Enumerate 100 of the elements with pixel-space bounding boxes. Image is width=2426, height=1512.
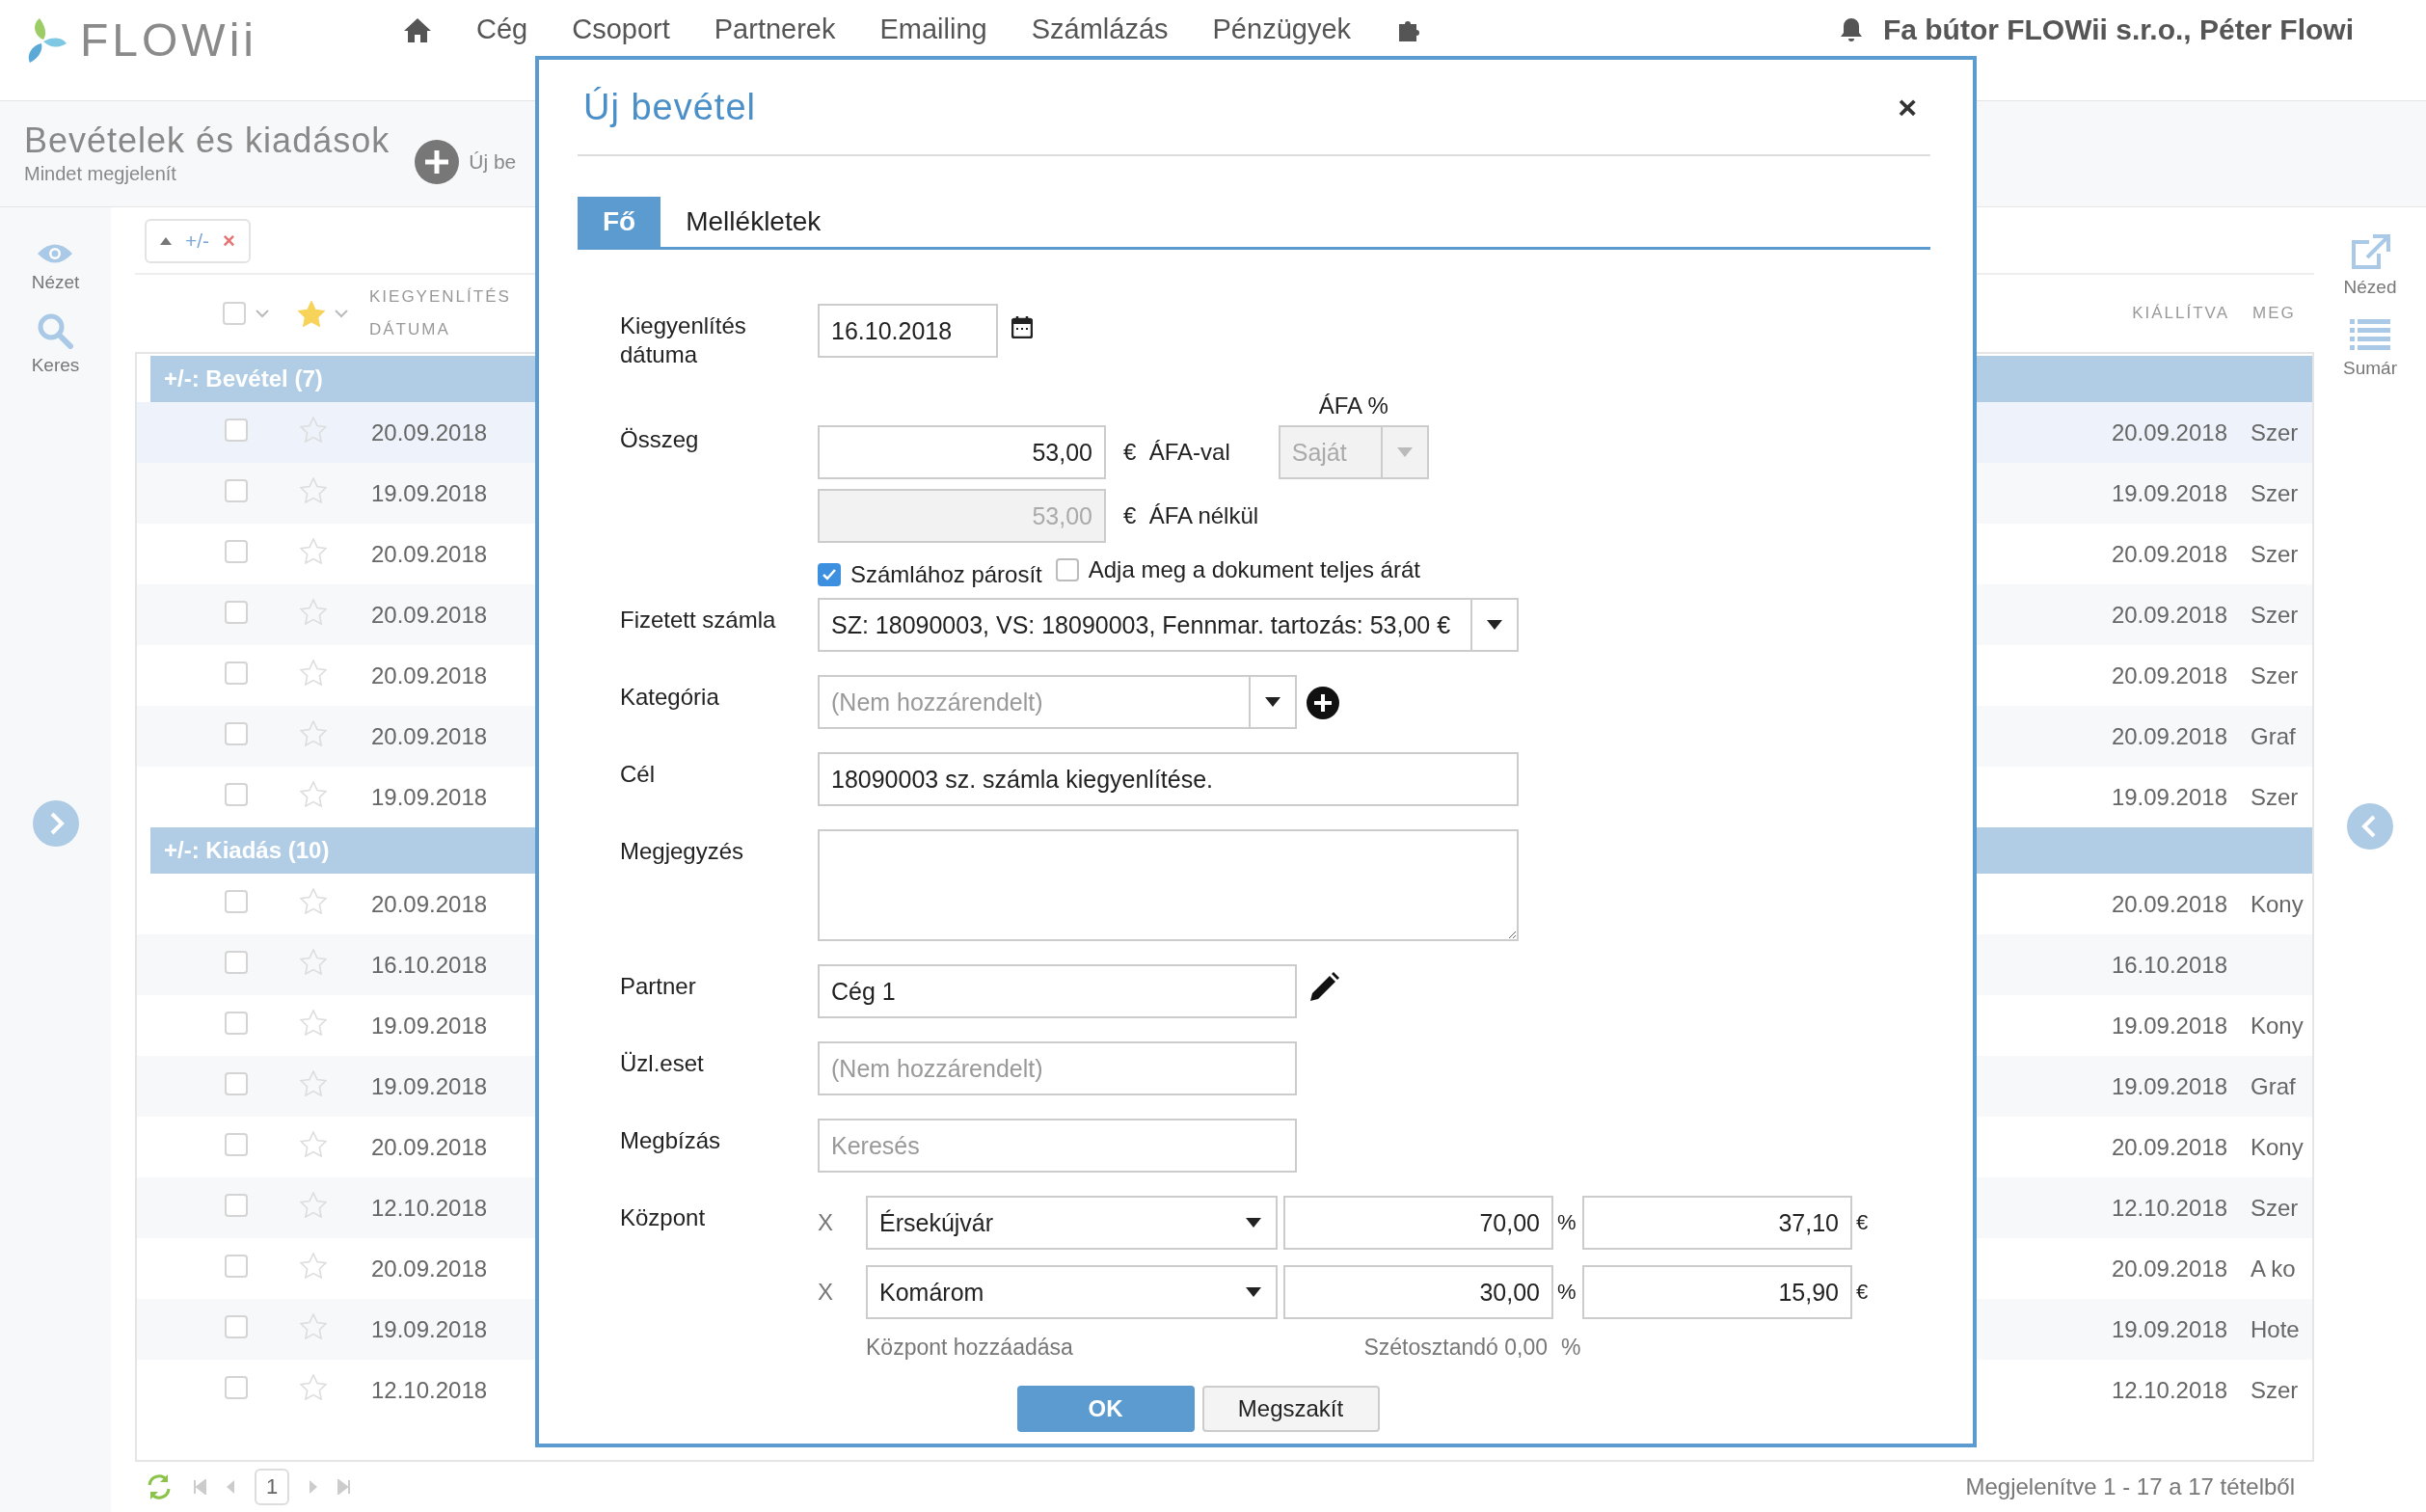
field-label: Cél: [620, 760, 656, 789]
star-icon[interactable]: [300, 720, 327, 746]
note-textarea[interactable]: [818, 829, 1519, 941]
row-checkbox[interactable]: [225, 661, 248, 685]
external-link-icon[interactable]: [2350, 234, 2390, 271]
star-icon[interactable]: [300, 477, 327, 503]
row-checkbox[interactable]: [225, 1071, 248, 1095]
table-cell-text: 20.09.2018: [2110, 722, 2227, 750]
sort-up-icon[interactable]: [160, 237, 172, 245]
row-checkbox[interactable]: [225, 1375, 248, 1399]
amount-field[interactable]: 15,90: [1582, 1265, 1852, 1319]
table-cell-text: 12.10.2018: [2110, 1194, 2227, 1222]
row-checkbox[interactable]: [225, 1011, 248, 1035]
caret-down-icon[interactable]: [1246, 1287, 1261, 1297]
company-user-name[interactable]: Fa bútor FLOWii s.r.o., Péter Flowi: [1882, 14, 2354, 46]
remove-button[interactable]: X: [818, 1279, 866, 1306]
star-icon[interactable]: [300, 538, 327, 564]
last-page-icon[interactable]: [337, 1479, 352, 1495]
chevron-down-icon[interactable]: [335, 309, 348, 318]
home-icon[interactable]: [403, 15, 432, 43]
row-checkbox[interactable]: [225, 1132, 248, 1156]
sidebar-label[interactable]: Keres: [31, 355, 80, 376]
row-checkbox[interactable]: [225, 539, 248, 563]
row-checkbox[interactable]: [225, 418, 248, 442]
list-icon[interactable]: [2350, 317, 2390, 352]
row-checkbox[interactable]: [225, 478, 248, 502]
row-checkbox[interactable]: [223, 302, 246, 325]
center-select[interactable]: Komárom: [866, 1265, 1278, 1319]
sidebar-label[interactable]: Nézet: [31, 272, 80, 293]
row-checkbox[interactable]: [225, 600, 248, 624]
plus-circle-icon[interactable]: [415, 140, 460, 184]
percent-field[interactable]: 30,00: [1283, 1265, 1553, 1319]
caret-down-icon[interactable]: [1246, 1218, 1261, 1228]
nav-link[interactable]: Emailing: [879, 14, 987, 45]
unit-label: €: [1855, 1210, 1870, 1235]
collapse-left-icon[interactable]: [2347, 803, 2393, 850]
vat-select: Saját: [1278, 425, 1429, 479]
star-icon[interactable]: [300, 1313, 327, 1339]
star-icon[interactable]: [300, 1192, 327, 1218]
star-icon[interactable]: [300, 1374, 327, 1400]
search-icon[interactable]: [37, 312, 74, 349]
center-select[interactable]: Érsekújvár: [866, 1196, 1278, 1250]
nav-link[interactable]: Pénzügyek: [1212, 14, 1352, 45]
table-cell-text: 16.10.2018: [2110, 951, 2227, 979]
star-icon[interactable]: [298, 300, 325, 327]
checkbox[interactable]: [818, 563, 841, 586]
star-icon[interactable]: [300, 888, 327, 914]
nav-link[interactable]: Csoport: [572, 14, 670, 45]
checkbox-label[interactable]: Számlához párosít: [850, 561, 1042, 588]
star-icon[interactable]: [300, 949, 327, 975]
star-icon[interactable]: [300, 1010, 327, 1036]
remove-button[interactable]: X: [818, 1209, 866, 1236]
star-icon[interactable]: [300, 1253, 327, 1279]
nav-link[interactable]: Számlázás: [1031, 14, 1169, 45]
star-icon[interactable]: [300, 660, 327, 686]
close-button[interactable]: ×: [1898, 88, 1917, 126]
row-checkbox[interactable]: [225, 1254, 248, 1278]
previous-page-icon[interactable]: [226, 1479, 235, 1495]
next-page-icon[interactable]: [309, 1479, 319, 1495]
add-icon[interactable]: [1307, 687, 1339, 719]
field-label: Kiegyenlítés dátuma: [620, 311, 747, 369]
tab[interactable]: Mellékletek: [660, 197, 847, 247]
date-field[interactable]: 16.10.2018: [818, 304, 998, 358]
page-number[interactable]: 1: [255, 1469, 290, 1505]
row-checkbox[interactable]: [225, 721, 248, 745]
row-checkbox[interactable]: [225, 1314, 248, 1338]
amount-field[interactable]: 37,10: [1582, 1196, 1852, 1250]
star-icon[interactable]: [300, 1131, 327, 1157]
dialog-title: Új bevétel: [583, 86, 756, 128]
star-icon[interactable]: [300, 417, 327, 443]
first-page-icon[interactable]: [193, 1479, 206, 1495]
partner-field[interactable]: Cég 1: [818, 964, 1297, 1018]
expand-right-icon[interactable]: [32, 800, 79, 847]
pager-summary: Megjelenítve 1 - 17 a 17 tételből: [1965, 1473, 2295, 1500]
caret-down-icon[interactable]: [1487, 620, 1502, 630]
text-field[interactable]: 18090003 sz. számla kiegyenlítése.: [818, 752, 1519, 806]
row-checkbox[interactable]: [225, 1193, 248, 1217]
sidebar-label[interactable]: Nézed: [2343, 277, 2397, 298]
invoice-select[interactable]: SZ: 18090003, VS: 18090003, Fennmar. tartozás: 53,00 €: [818, 598, 1519, 652]
calendar-icon[interactable]: [1011, 315, 1033, 338]
checkbox[interactable]: [1055, 558, 1079, 581]
cancel-button[interactable]: Megszakít: [1201, 1386, 1380, 1432]
sidebar-label[interactable]: Sumár: [2343, 358, 2397, 379]
star-icon[interactable]: [300, 781, 327, 807]
star-icon[interactable]: [300, 599, 327, 625]
nav-link[interactable]: Partnerek: [714, 14, 836, 45]
checkbox-label[interactable]: Adja meg a dokument teljes árát: [1088, 556, 1420, 583]
bell-icon[interactable]: [1838, 16, 1864, 43]
chevron-down-icon[interactable]: [256, 309, 269, 318]
star-icon[interactable]: [300, 1070, 327, 1096]
pencil-icon[interactable]: [1308, 972, 1339, 1003]
row-checkbox[interactable]: [225, 782, 248, 806]
percent-field[interactable]: 70,00: [1283, 1196, 1553, 1250]
table-cell-text: Szer: [2250, 479, 2300, 507]
amount-field[interactable]: 53,00: [818, 425, 1106, 479]
table-cell-text: Szer: [2250, 783, 2300, 811]
add-center-link[interactable]: Központ hozzáadása: [866, 1335, 1073, 1361]
row-checkbox[interactable]: [225, 889, 248, 913]
row-checkbox[interactable]: [225, 950, 248, 974]
nav-link[interactable]: Cég: [476, 14, 528, 45]
